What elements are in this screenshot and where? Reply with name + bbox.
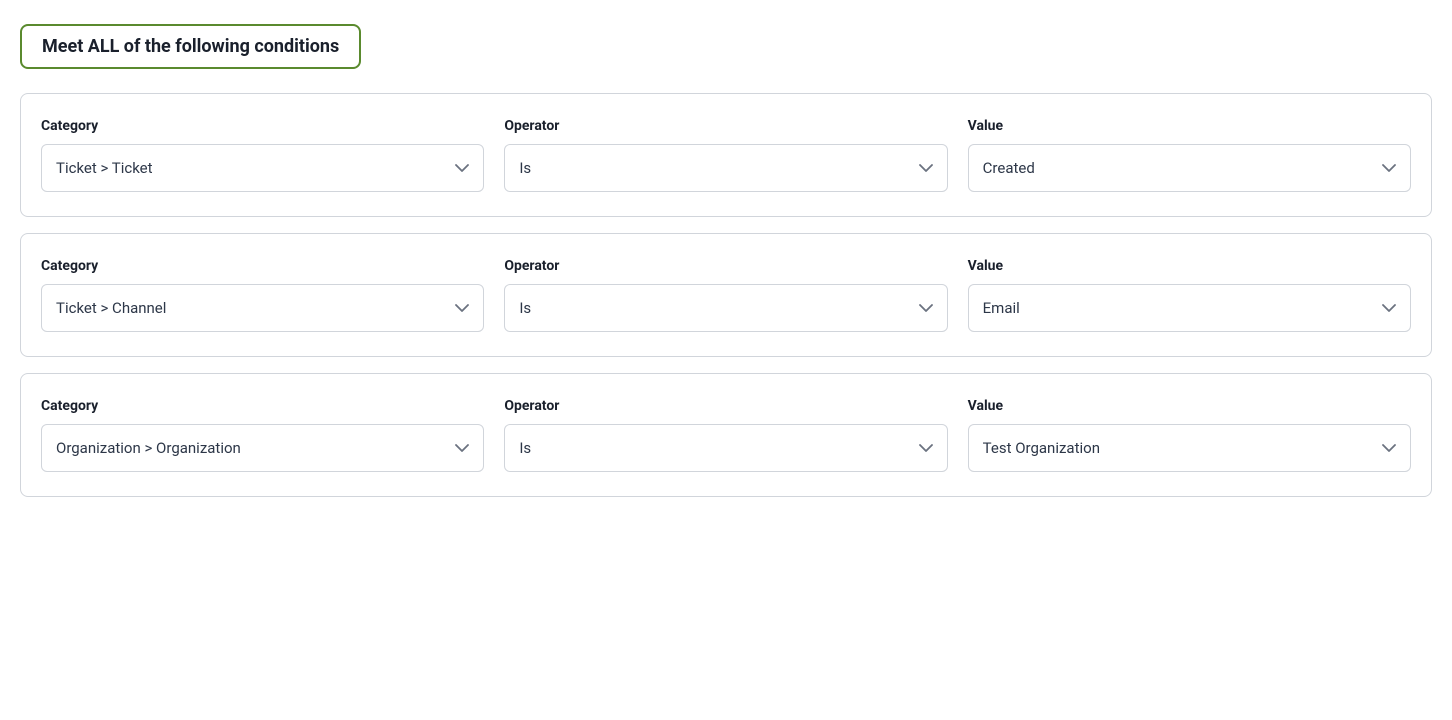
condition-row-2: Category Ticket > Channel Operator Is — [41, 258, 1411, 332]
value-value-2: Email — [983, 299, 1020, 317]
category-chevron-icon-1 — [455, 160, 469, 176]
category-select-3[interactable]: Organization > Organization — [41, 424, 484, 472]
value-group-3: Value Test Organization — [968, 398, 1411, 472]
category-value-2: Ticket > Channel — [56, 299, 166, 317]
category-select-2[interactable]: Ticket > Channel — [41, 284, 484, 332]
category-group-1: Category Ticket > Ticket — [41, 118, 484, 192]
category-chevron-icon-3 — [455, 440, 469, 456]
operator-select-1[interactable]: Is — [504, 144, 947, 192]
operator-value-3: Is — [519, 439, 531, 457]
conditions-badge-label: Meet ALL of the following conditions — [42, 36, 339, 57]
category-chevron-icon-2 — [455, 300, 469, 316]
operator-group-2: Operator Is — [504, 258, 947, 332]
operator-select-2[interactable]: Is — [504, 284, 947, 332]
condition-card-1: Category Ticket > Ticket Operator Is — [20, 93, 1432, 217]
category-value-3: Organization > Organization — [56, 439, 241, 457]
value-chevron-icon-2 — [1382, 300, 1396, 316]
category-label-3: Category — [41, 398, 484, 414]
operator-group-1: Operator Is — [504, 118, 947, 192]
operator-value-1: Is — [519, 159, 531, 177]
operator-value-2: Is — [519, 299, 531, 317]
value-label-2: Value — [968, 258, 1411, 274]
value-select-3[interactable]: Test Organization — [968, 424, 1411, 472]
operator-label-2: Operator — [504, 258, 947, 274]
category-label-1: Category — [41, 118, 484, 134]
condition-row-3: Category Organization > Organization Ope… — [41, 398, 1411, 472]
category-select-1[interactable]: Ticket > Ticket — [41, 144, 484, 192]
value-value-3: Test Organization — [983, 439, 1100, 457]
operator-label-1: Operator — [504, 118, 947, 134]
category-group-3: Category Organization > Organization — [41, 398, 484, 472]
value-select-2[interactable]: Email — [968, 284, 1411, 332]
value-group-1: Value Created — [968, 118, 1411, 192]
operator-chevron-icon-3 — [919, 440, 933, 456]
operator-chevron-icon-2 — [919, 300, 933, 316]
value-select-1[interactable]: Created — [968, 144, 1411, 192]
value-chevron-icon-3 — [1382, 440, 1396, 456]
conditions-badge: Meet ALL of the following conditions — [20, 24, 361, 69]
category-group-2: Category Ticket > Channel — [41, 258, 484, 332]
conditions-list: Category Ticket > Ticket Operator Is — [20, 93, 1432, 497]
operator-group-3: Operator Is — [504, 398, 947, 472]
operator-select-3[interactable]: Is — [504, 424, 947, 472]
category-label-2: Category — [41, 258, 484, 274]
value-label-3: Value — [968, 398, 1411, 414]
condition-card-3: Category Organization > Organization Ope… — [20, 373, 1432, 497]
value-label-1: Value — [968, 118, 1411, 134]
value-group-2: Value Email — [968, 258, 1411, 332]
operator-chevron-icon-1 — [919, 160, 933, 176]
operator-label-3: Operator — [504, 398, 947, 414]
condition-row-1: Category Ticket > Ticket Operator Is — [41, 118, 1411, 192]
condition-card-2: Category Ticket > Channel Operator Is — [20, 233, 1432, 357]
value-value-1: Created — [983, 159, 1035, 177]
value-chevron-icon-1 — [1382, 160, 1396, 176]
category-value-1: Ticket > Ticket — [56, 159, 153, 177]
